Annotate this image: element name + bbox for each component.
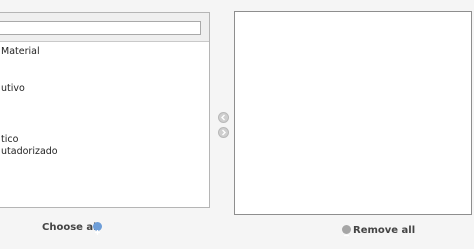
available-item[interactable]: Material	[1, 46, 40, 58]
move-right-icon[interactable]	[218, 127, 229, 138]
filter-bar	[0, 13, 209, 42]
choose-all-link[interactable]: Choose all	[42, 222, 100, 233]
available-item[interactable]: utadorizado	[1, 146, 58, 158]
available-item[interactable]: utivo	[1, 83, 25, 95]
available-item[interactable]: tico	[1, 134, 18, 146]
available-list-panel: Material utivo tico utadorizado	[0, 12, 210, 208]
filter-input[interactable]	[0, 21, 201, 35]
chosen-list-panel[interactable]	[234, 11, 472, 215]
move-left-icon[interactable]	[218, 112, 229, 123]
remove-all-link[interactable]: Remove all	[353, 225, 415, 236]
add-icon[interactable]	[93, 222, 102, 235]
remove-icon[interactable]	[342, 225, 351, 237]
